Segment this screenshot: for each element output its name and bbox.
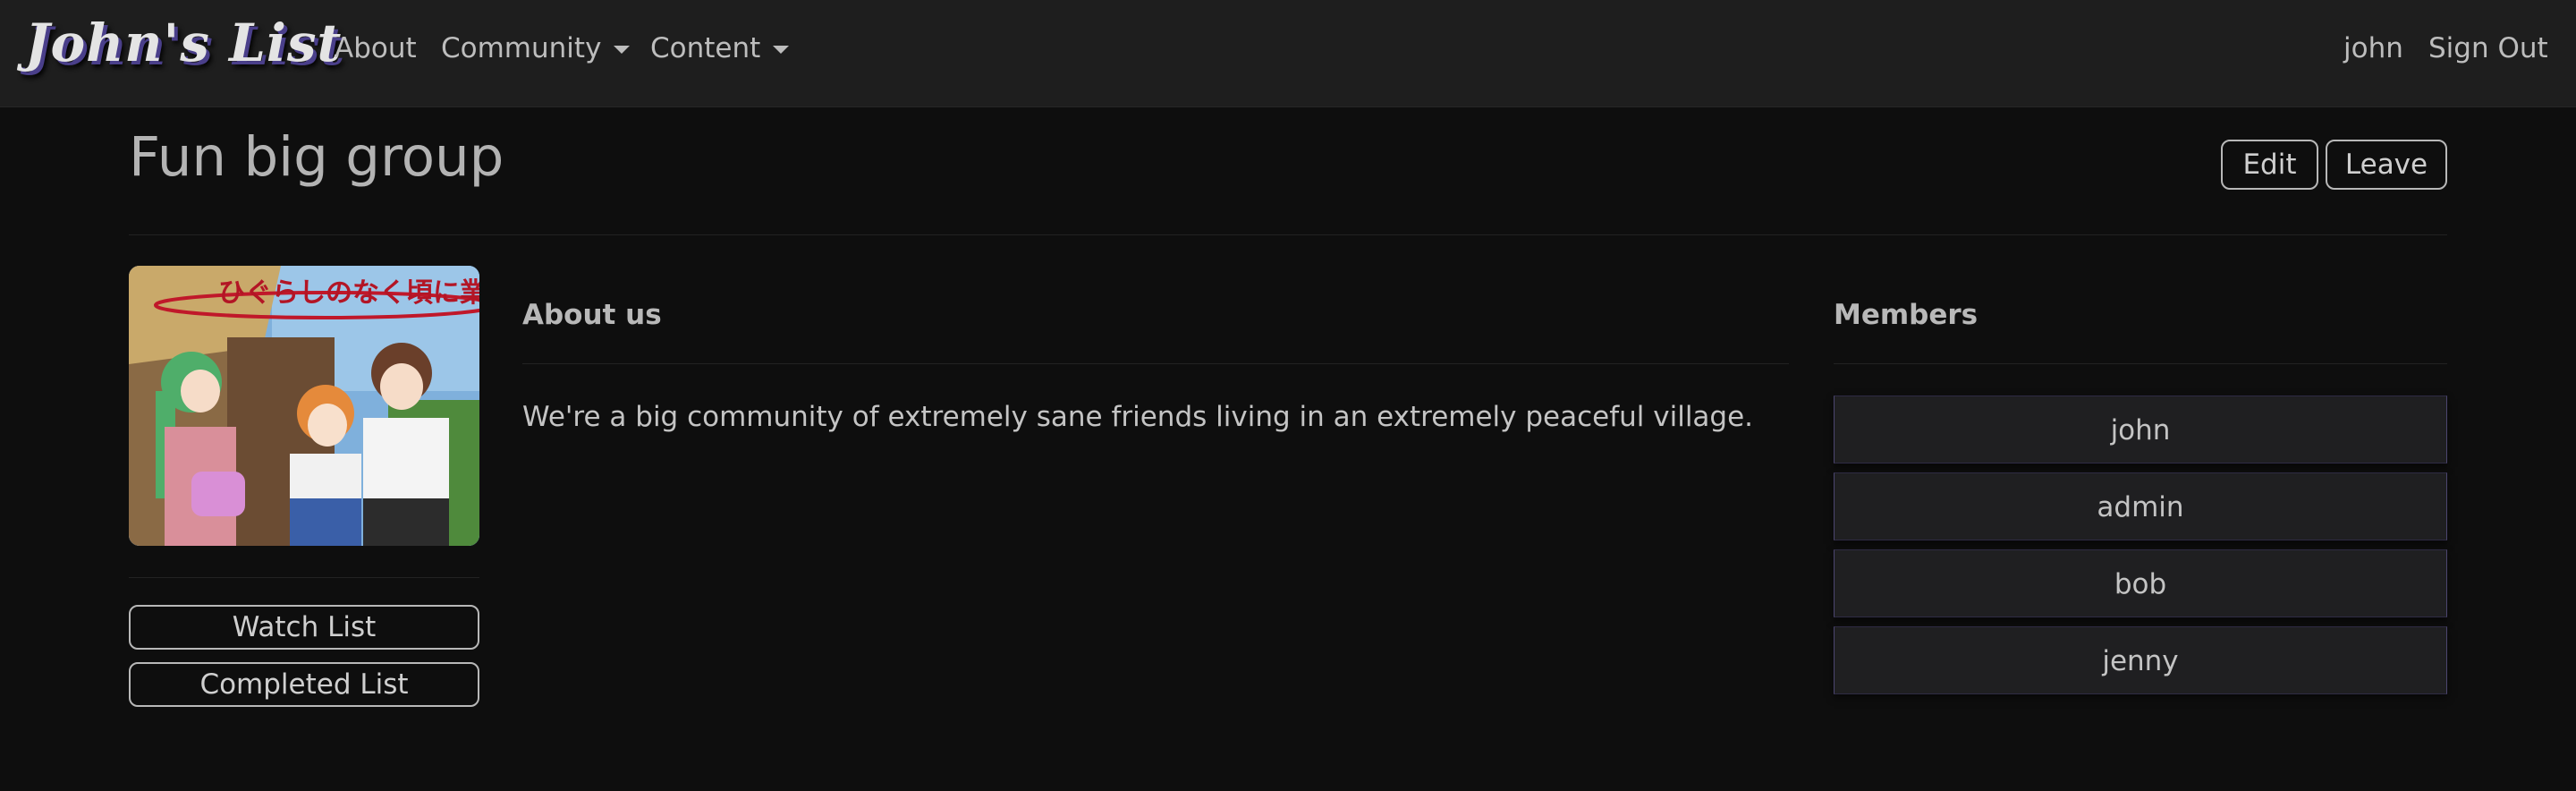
chevron-down-icon <box>614 46 631 54</box>
nav-user-link[interactable]: john <box>2343 32 2403 64</box>
leave-button[interactable]: Leave <box>2326 140 2447 190</box>
members-heading: Members <box>1834 299 1979 331</box>
sign-out-link[interactable]: Sign Out <box>2428 32 2548 64</box>
nav-content-dropdown[interactable]: Content <box>650 32 790 64</box>
nav-about-link[interactable]: About <box>335 32 417 64</box>
about-heading: About us <box>522 299 662 331</box>
member-item-john[interactable]: john <box>1834 396 2447 464</box>
left-divider <box>129 577 479 578</box>
member-item-jenny[interactable]: jenny <box>1834 626 2447 694</box>
navbar: John's List About Community Content john… <box>0 0 2576 107</box>
nav-community-dropdown[interactable]: Community <box>441 32 631 64</box>
nav-community-label: Community <box>441 32 602 64</box>
header-divider <box>129 234 2447 235</box>
chevron-down-icon <box>773 46 790 54</box>
cover-title-text: ひぐらしのなく頃に業 <box>218 277 479 309</box>
edit-button[interactable]: Edit <box>2221 140 2318 190</box>
about-description: We're a big community of extremely sane … <box>522 401 1754 433</box>
member-item-bob[interactable]: bob <box>1834 549 2447 617</box>
watch-list-button[interactable]: Watch List <box>129 605 479 650</box>
page-title: Fun big group <box>129 125 504 189</box>
nav-content-label: Content <box>650 32 761 64</box>
member-item-admin[interactable]: admin <box>1834 472 2447 540</box>
group-cover-image: ひぐらしのなく頃に業 <box>129 266 479 546</box>
about-divider <box>522 363 1789 364</box>
brand-logo[interactable]: John's List <box>25 13 342 73</box>
completed-list-button[interactable]: Completed List <box>129 662 479 707</box>
members-divider <box>1834 363 2447 364</box>
